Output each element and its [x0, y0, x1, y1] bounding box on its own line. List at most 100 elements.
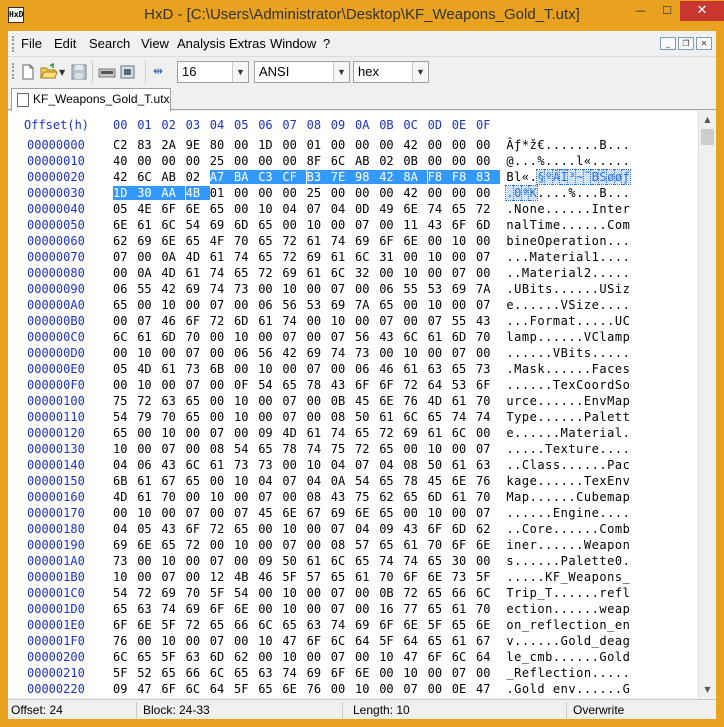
hex-byte[interactable]: 6D [452, 522, 476, 536]
hex-byte[interactable]: 65 [210, 618, 234, 632]
hex-byte[interactable]: 54 [258, 378, 282, 392]
hex-byte[interactable]: 07 [210, 634, 234, 648]
hex-byte[interactable]: 08 [403, 458, 427, 472]
hex-byte[interactable]: 67 [476, 634, 500, 648]
hex-byte[interactable]: 6E [234, 602, 258, 616]
hex-byte[interactable]: 00 [258, 602, 282, 616]
hex-byte[interactable]: 00 [476, 346, 500, 360]
hex-byte[interactable]: 1D [113, 186, 137, 200]
hex-byte[interactable]: 25 [210, 154, 234, 168]
hex-byte[interactable]: 04 [379, 458, 403, 472]
hex-byte[interactable]: 10 [234, 474, 258, 488]
hex-byte[interactable]: 07 [282, 330, 306, 344]
hex-byte[interactable]: 0E [452, 682, 476, 696]
hex-byte[interactable]: 0A [161, 250, 185, 264]
hex-byte[interactable]: 63 [307, 618, 331, 632]
hex-byte[interactable]: 72 [403, 586, 427, 600]
hex-byte[interactable]: 65 [355, 554, 379, 568]
hex-byte[interactable]: 61 [307, 234, 331, 248]
hex-byte[interactable]: 07 [452, 346, 476, 360]
hex-byte[interactable]: 00 [282, 138, 306, 152]
hex-byte[interactable]: 6F [186, 314, 210, 328]
hex-byte[interactable]: 46 [379, 362, 403, 376]
hex-byte[interactable]: 61 [355, 570, 379, 584]
hex-byte[interactable]: 10 [282, 650, 306, 664]
hex-byte[interactable]: 70 [476, 602, 500, 616]
hex-byte[interactable]: 00 [331, 138, 355, 152]
hex-byte[interactable]: 78 [282, 442, 306, 456]
hex-byte[interactable]: 6E [282, 682, 306, 696]
hex-byte[interactable]: 6C [403, 410, 427, 424]
hex-byte[interactable]: 12 [210, 570, 234, 584]
hex-byte[interactable]: 00 [234, 202, 258, 216]
hex-byte[interactable]: 6E [403, 202, 427, 216]
hex-byte[interactable]: 07 [476, 298, 500, 312]
hex-byte[interactable]: 74 [331, 618, 355, 632]
hex-byte[interactable]: 61 [428, 330, 452, 344]
hex-byte[interactable]: 00 [137, 426, 161, 440]
hex-byte[interactable]: 5F [476, 570, 500, 584]
hex-byte[interactable]: 01 [210, 186, 234, 200]
hex-byte[interactable]: 07 [210, 554, 234, 568]
hex-byte[interactable]: 65 [452, 202, 476, 216]
ascii-char[interactable]: b [622, 522, 630, 536]
ascii-char[interactable]: . [622, 186, 630, 200]
hex-byte[interactable]: 65 [403, 490, 427, 504]
hex-byte[interactable]: 00 [282, 458, 306, 472]
hex-byte[interactable]: 73 [452, 570, 476, 584]
hex-byte[interactable]: 00 [186, 298, 210, 312]
hex-byte[interactable]: 43 [403, 522, 427, 536]
hex-byte[interactable]: 06 [234, 346, 258, 360]
ascii-char[interactable]: d [622, 650, 630, 664]
hex-byte[interactable]: 74 [331, 426, 355, 440]
hex-byte[interactable]: 72 [355, 442, 379, 456]
hex-byte[interactable]: 67 [161, 474, 185, 488]
hex-byte[interactable]: 00 [186, 554, 210, 568]
hex-byte[interactable]: 64 [403, 634, 427, 648]
hex-byte[interactable]: 61 [452, 490, 476, 504]
hex-byte[interactable]: 65 [210, 202, 234, 216]
hex-byte[interactable]: 42 [403, 186, 427, 200]
hex-byte[interactable]: 47 [282, 634, 306, 648]
hex-byte[interactable]: 57 [307, 570, 331, 584]
hex-byte[interactable]: 07 [113, 250, 137, 264]
hex-byte[interactable]: 6F [331, 666, 355, 680]
hex-byte[interactable]: 30 [137, 186, 162, 200]
menu-search[interactable]: Search [89, 36, 130, 51]
hex-byte[interactable]: 2A [161, 138, 185, 152]
hex-byte[interactable]: 6E [137, 618, 161, 632]
hex-byte[interactable]: 00 [403, 250, 427, 264]
hex-byte[interactable]: 10 [113, 570, 137, 584]
hex-byte[interactable]: 00 [234, 490, 258, 504]
hex-byte[interactable]: 70 [186, 330, 210, 344]
ascii-char[interactable]: p [622, 602, 630, 616]
hex-byte[interactable]: 00 [403, 314, 427, 328]
hex-byte[interactable]: 6C [452, 650, 476, 664]
hex-byte[interactable]: 74 [234, 250, 258, 264]
hex-byte[interactable]: 04 [331, 202, 355, 216]
hex-byte[interactable]: 00 [282, 154, 306, 168]
hex-byte[interactable]: 70 [234, 234, 258, 248]
hex-byte[interactable]: 5F [282, 570, 306, 584]
hex-byte[interactable]: 54 [113, 410, 137, 424]
hex-byte[interactable]: 00 [113, 266, 137, 280]
hex-byte[interactable]: 5F [379, 634, 403, 648]
hex-byte[interactable]: 61 [307, 554, 331, 568]
hex-byte[interactable]: 00 [186, 570, 210, 584]
hex-byte[interactable]: 07 [452, 666, 476, 680]
hex-byte[interactable]: 6D [161, 330, 185, 344]
hex-byte[interactable]: C3 [258, 170, 283, 184]
hex-byte[interactable]: 64 [210, 682, 234, 696]
hex-byte[interactable]: 65 [331, 570, 355, 584]
hex-byte[interactable]: 10 [137, 378, 161, 392]
hex-byte[interactable]: 77 [403, 602, 427, 616]
hex-byte[interactable]: 65 [161, 538, 185, 552]
hex-byte[interactable]: 74 [331, 346, 355, 360]
hex-byte[interactable]: 00 [258, 522, 282, 536]
hex-byte[interactable]: 73 [355, 346, 379, 360]
hex-byte[interactable]: 6D [428, 490, 452, 504]
hex-byte[interactable]: 65 [428, 602, 452, 616]
hex-byte[interactable]: 00 [161, 346, 185, 360]
hex-byte[interactable]: 65 [355, 426, 379, 440]
hex-byte[interactable]: 07 [379, 314, 403, 328]
